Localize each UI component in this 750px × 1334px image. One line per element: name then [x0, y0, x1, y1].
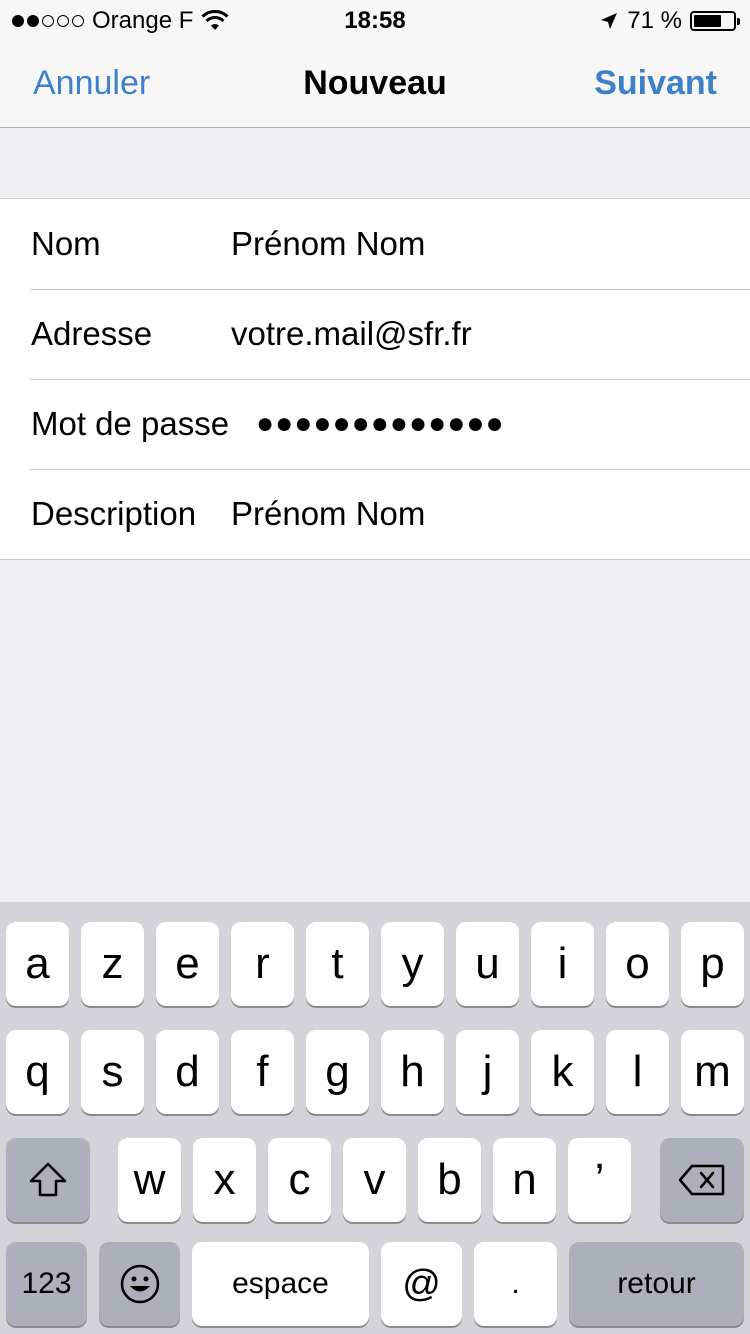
- description-label: Description: [31, 495, 197, 532]
- cancel-button[interactable]: Annuler: [33, 64, 150, 103]
- account-form: Nom Prénom Nom Adresse votre.mail@sfr.fr…: [0, 198, 750, 560]
- dot-key[interactable]: .: [474, 1242, 557, 1326]
- key-l[interactable]: l: [606, 1030, 669, 1114]
- form-row-password[interactable]: Mot de passe ●●●●●●●●●●●●●: [0, 379, 750, 469]
- key-y[interactable]: y: [381, 922, 444, 1006]
- shift-icon: [29, 1162, 67, 1197]
- form-row-description[interactable]: Description Prénom Nom: [0, 469, 750, 559]
- battery-fill: [694, 15, 721, 27]
- emoji-icon: [120, 1264, 159, 1304]
- key-x[interactable]: x: [193, 1138, 256, 1222]
- key-p[interactable]: p: [681, 922, 744, 1006]
- battery-percentage: 71 %: [627, 7, 682, 34]
- address-label: Adresse: [31, 315, 153, 352]
- numbers-key[interactable]: 123: [6, 1242, 87, 1326]
- delete-key[interactable]: [660, 1138, 744, 1222]
- battery-icon: [690, 11, 740, 31]
- name-field[interactable]: Prénom Nom: [231, 225, 425, 263]
- space-key[interactable]: espace: [192, 1242, 369, 1326]
- key-m[interactable]: m: [681, 1030, 744, 1114]
- status-bar: Orange F 18:58 71 %: [0, 0, 750, 40]
- key-z[interactable]: z: [81, 922, 144, 1006]
- key-q[interactable]: q: [6, 1030, 69, 1114]
- return-key[interactable]: retour: [569, 1242, 744, 1326]
- form-row-name[interactable]: Nom Prénom Nom: [0, 199, 750, 289]
- key-u[interactable]: u: [456, 922, 519, 1006]
- email-field[interactable]: votre.mail@sfr.fr: [231, 315, 472, 353]
- location-arrow-icon: [601, 13, 618, 29]
- key-d[interactable]: d: [156, 1030, 219, 1114]
- key-t[interactable]: t: [306, 922, 369, 1006]
- navigation-bar: Annuler Nouveau Suivant: [0, 40, 750, 128]
- backspace-icon: [678, 1164, 725, 1196]
- key-k[interactable]: k: [531, 1030, 594, 1114]
- key-o[interactable]: o: [606, 922, 669, 1006]
- at-key[interactable]: @: [381, 1242, 462, 1326]
- emoji-key[interactable]: [99, 1242, 180, 1326]
- description-field[interactable]: Prénom Nom: [231, 495, 425, 533]
- name-label: Nom: [31, 225, 101, 262]
- key-s[interactable]: s: [81, 1030, 144, 1114]
- key-b[interactable]: b: [418, 1138, 481, 1222]
- key-i[interactable]: i: [531, 922, 594, 1006]
- key-n[interactable]: n: [493, 1138, 556, 1222]
- key-r[interactable]: r: [231, 922, 294, 1006]
- key-e[interactable]: e: [156, 922, 219, 1006]
- next-button[interactable]: Suivant: [594, 64, 717, 103]
- password-field[interactable]: ●●●●●●●●●●●●●: [256, 407, 505, 441]
- key-j[interactable]: j: [456, 1030, 519, 1114]
- key-apostrophe[interactable]: ’: [568, 1138, 631, 1222]
- key-a[interactable]: a: [6, 922, 69, 1006]
- key-f[interactable]: f: [231, 1030, 294, 1114]
- keyboard: a z e r t y u i o p q s d f g h j k l m …: [0, 902, 750, 1334]
- key-c[interactable]: c: [268, 1138, 331, 1222]
- key-h[interactable]: h: [381, 1030, 444, 1114]
- status-right: 71 %: [599, 7, 740, 35]
- key-v[interactable]: v: [343, 1138, 406, 1222]
- shift-key[interactable]: [6, 1138, 90, 1222]
- key-g[interactable]: g: [306, 1030, 369, 1114]
- key-w[interactable]: w: [118, 1138, 181, 1222]
- form-row-address[interactable]: Adresse votre.mail@sfr.fr: [0, 289, 750, 379]
- password-label: Mot de passe: [31, 405, 230, 442]
